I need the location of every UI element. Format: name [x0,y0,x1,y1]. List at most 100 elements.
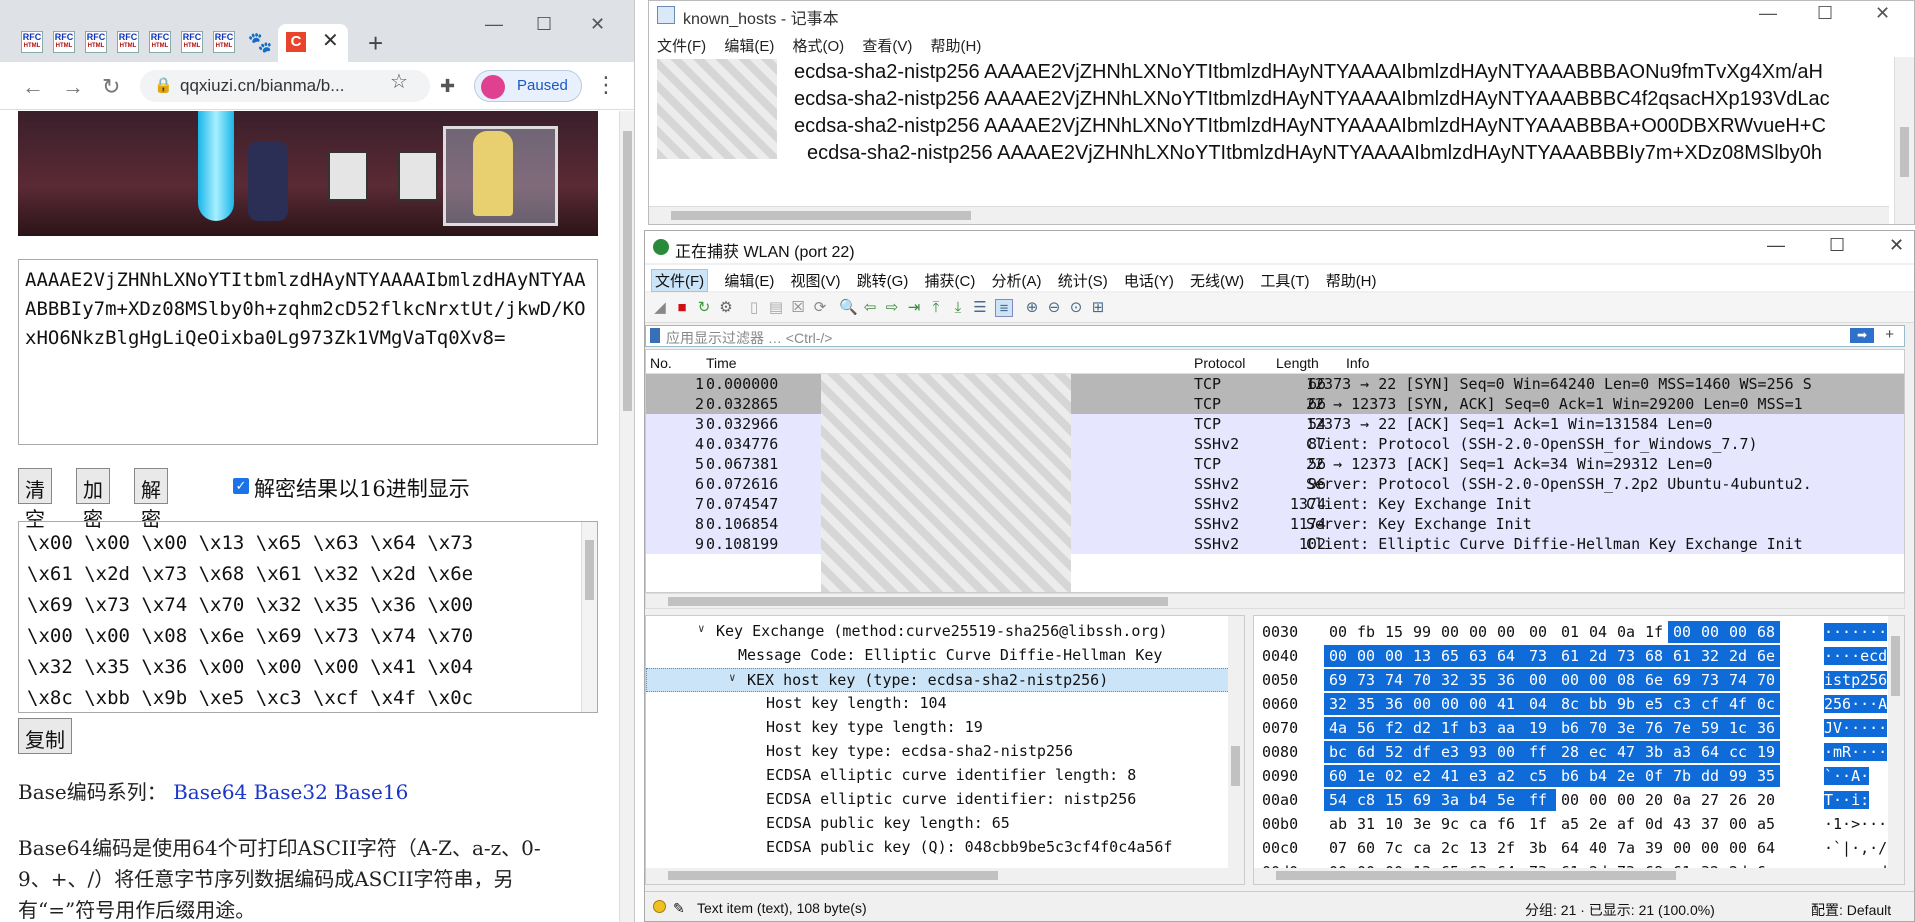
hex-byte[interactable]: 00 [1324,621,1352,643]
packet-bytes[interactable]: 0030 00 fb 15 99 00 00 00 00 01 04 0a 1f 00 00 00 68 ····… [1253,615,1905,885]
hex-byte[interactable]: 3a [1436,789,1464,811]
hex-byte[interactable]: ab [1324,813,1352,835]
hex-byte[interactable]: 9c [1436,813,1464,835]
hex-byte[interactable]: 64 [1556,837,1584,859]
hex-byte[interactable]: ff [1520,789,1556,811]
hex-byte[interactable]: 36 [1380,693,1408,715]
hex-byte[interactable]: 2f [1492,837,1520,859]
hex-byte[interactable]: fb [1352,621,1380,643]
hex-byte[interactable]: f2 [1380,717,1408,739]
hex-byte[interactable]: c3 [1668,693,1696,715]
menu-go[interactable]: 跳转(G) [857,270,909,291]
close-icon[interactable]: ✕ [1889,235,1904,256]
hex-byte[interactable]: 7b [1668,765,1696,787]
hex-ascii[interactable]: ·1·>··· [1824,815,1887,833]
hex-byte[interactable]: 60 [1352,837,1380,859]
edit-icon[interactable]: ✎ [673,900,685,917]
encrypt-button[interactable]: 加密 [76,468,110,531]
hex-byte[interactable]: cc [1724,741,1752,763]
hex-byte[interactable]: 2e [1584,813,1612,835]
hex-byte[interactable]: 2c [1436,837,1464,859]
hex-byte[interactable]: 00 [1556,669,1584,691]
restart-capture-icon[interactable]: ↻ [695,299,713,317]
hex-byte[interactable]: 13 [1464,837,1492,859]
hex-byte[interactable]: 27 [1696,789,1724,811]
hex-byte[interactable]: b4 [1464,789,1492,811]
add-filter-icon[interactable]: + [1885,326,1894,343]
page-scrollbar[interactable] [619,111,634,922]
hex-byte[interactable]: 63 [1464,645,1492,667]
minimize-icon[interactable]: — [1759,3,1777,24]
zoom-out-icon[interactable]: ⊖ [1045,299,1063,317]
hex-byte[interactable]: 00 [1520,621,1556,643]
hex-byte[interactable]: a2 [1492,765,1520,787]
detail-line[interactable]: ∨ Key Exchange (method:curve25519-sha256@… [646,620,1230,644]
hex-byte[interactable]: 13 [1408,645,1436,667]
hex-byte[interactable]: c5 [1520,765,1556,787]
bookmark-icon[interactable] [650,328,660,343]
menu-help[interactable]: 帮助(H) [931,38,982,55]
status-profile[interactable]: 配置: Default [1811,900,1891,920]
close-window-icon[interactable]: ✕ [590,14,605,35]
hex-byte[interactable]: 0a [1612,621,1640,643]
hex-byte[interactable]: 47 [1612,741,1640,763]
detail-line[interactable]: ECDSA elliptic curve identifier length: … [646,764,1230,788]
hex-ascii[interactable]: JV····· [1824,719,1888,737]
hex-byte[interactable]: aa [1492,717,1520,739]
back-icon[interactable]: ← [22,74,44,100]
hex-byte[interactable]: 35 [1352,693,1380,715]
hex-byte[interactable]: 1c [1724,717,1752,739]
forward-icon[interactable]: → [62,74,84,100]
hex-byte[interactable]: 01 [1556,621,1584,643]
hex-byte[interactable]: 00 [1584,789,1612,811]
hex-byte[interactable]: 93 [1464,741,1492,763]
hex-byte[interactable]: 41 [1492,693,1520,715]
hex-byte[interactable]: 00 [1464,693,1492,715]
link-base32[interactable]: Base32 [254,780,328,804]
menu-kebab-icon[interactable]: ⋮ [595,72,617,98]
go-back-icon[interactable]: ⇦ [861,299,879,317]
hex-byte[interactable]: 00 [1520,669,1556,691]
hex-byte[interactable]: 1f [1520,813,1556,835]
hex-byte[interactable]: 1f [1640,621,1668,643]
start-capture-icon[interactable]: ◢ [651,299,669,317]
link-base64[interactable]: Base64 [173,780,247,804]
stop-capture-icon[interactable]: ■ [673,299,691,317]
maximize-icon[interactable]: ☐ [1829,235,1845,256]
expand-chevron-icon[interactable]: ∨ [698,622,705,635]
baidu-paw-icon[interactable]: 🐾 [248,30,273,54]
menu-file[interactable]: 文件(F) [657,38,706,55]
colorize-icon[interactable]: ≡ [995,299,1013,317]
hex-byte[interactable]: a5 [1556,813,1584,835]
hex-byte[interactable]: 4f [1724,693,1752,715]
hex-byte[interactable]: 70 [1752,669,1780,691]
browser-tab-7[interactable]: RFC HTML [212,30,236,54]
hex-byte[interactable]: 10 [1380,813,1408,835]
minimize-icon[interactable]: — [1767,235,1785,256]
hex-byte[interactable]: 40 [1584,837,1612,859]
detail-line[interactable]: Host key type: ecdsa-sha2-nistp256 [646,740,1230,764]
hex-byte[interactable]: 00 [1464,621,1492,643]
maximize-icon[interactable]: ☐ [536,14,552,35]
hex-byte[interactable]: 00 [1352,645,1380,667]
active-tab[interactable]: C ✕ [278,24,348,62]
menu-statistics[interactable]: 统计(S) [1058,270,1108,291]
hex-byte[interactable]: 6e [1752,645,1780,667]
hex-byte[interactable]: 1e [1352,765,1380,787]
hex-byte[interactable]: 04 [1520,693,1556,715]
hex-byte[interactable]: 69 [1324,669,1352,691]
menu-analyze[interactable]: 分析(A) [992,270,1042,291]
copy-button[interactable]: 复制 [18,718,72,754]
hex-byte[interactable]: 00 [1724,621,1752,643]
hex-byte[interactable]: 2d [1724,645,1752,667]
hex-byte[interactable]: 3e [1408,813,1436,835]
hex-byte[interactable]: 70 [1584,717,1612,739]
hex-byte[interactable]: 43 [1668,813,1696,835]
hex-byte[interactable]: 00 [1556,789,1584,811]
hex-byte[interactable]: ec [1584,741,1612,763]
menu-edit[interactable]: 编辑(E) [724,270,774,291]
hex-byte[interactable]: 76 [1640,717,1668,739]
browser-tab-2[interactable]: RFC HTML [52,30,76,54]
resize-columns-icon[interactable]: ⊞ [1089,299,1107,317]
menu-telephony[interactable]: 电话(Y) [1124,270,1174,291]
